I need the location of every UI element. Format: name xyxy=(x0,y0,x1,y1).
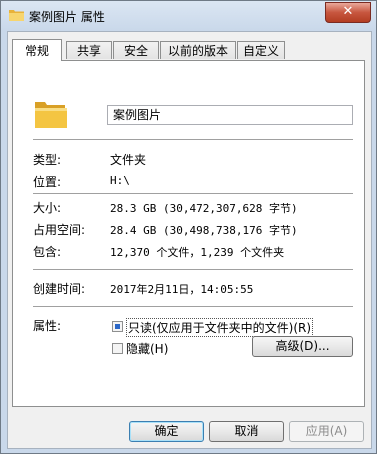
created-label: 创建时间: xyxy=(33,282,86,296)
title-bar[interactable]: 案例图片 属性 ✕ xyxy=(1,1,376,31)
folder-name-input[interactable]: 案例图片 xyxy=(107,105,353,125)
tab-previous-versions[interactable]: 以前的版本 xyxy=(160,41,236,59)
type-label: 类型: xyxy=(33,153,62,167)
size-on-disk-value: 28.4 GB (30,498,738,176 字节) xyxy=(110,224,298,237)
advanced-button[interactable]: 高级(D)... xyxy=(252,336,353,357)
divider xyxy=(33,193,353,195)
tab-security[interactable]: 安全 xyxy=(113,41,159,59)
readonly-checkbox[interactable] xyxy=(112,321,123,332)
readonly-label[interactable]: 只读(仅应用于文件夹中的文件)(R) xyxy=(126,318,314,337)
tab-sharing[interactable]: 共享 xyxy=(66,41,112,59)
ok-button[interactable]: 确定 xyxy=(129,421,204,442)
tab-general[interactable]: 常规 xyxy=(12,39,62,61)
hidden-label[interactable]: 隐藏(H) xyxy=(126,340,168,357)
large-folder-icon xyxy=(34,99,68,132)
size-value: 28.3 GB (30,472,307,628 字节) xyxy=(110,202,298,215)
close-button[interactable]: ✕ xyxy=(325,2,371,23)
dialog-body: 常规 共享 安全 以前的版本 自定义 案例图片 类型: 文件夹 位置: H:\ … xyxy=(7,31,372,449)
divider xyxy=(33,306,353,308)
cancel-button[interactable]: 取消 xyxy=(209,421,284,442)
general-tab-page: 案例图片 类型: 文件夹 位置: H:\ 大小: 28.3 GB (30,472… xyxy=(12,60,365,407)
location-value: H:\ xyxy=(110,174,130,187)
apply-button[interactable]: 应用(A) xyxy=(289,421,364,442)
type-value: 文件夹 xyxy=(110,153,147,167)
divider xyxy=(33,269,353,271)
folder-icon xyxy=(9,8,24,21)
hidden-checkbox[interactable] xyxy=(112,343,123,354)
window-title: 案例图片 属性 xyxy=(29,10,105,24)
contains-value: 12,370 个文件，1,239 个文件夹 xyxy=(110,246,285,259)
size-label: 大小: xyxy=(33,201,62,215)
size-on-disk-label: 占用空间: xyxy=(33,223,86,237)
location-label: 位置: xyxy=(33,175,62,189)
created-value: 2017年2月11日，14:05:55 xyxy=(110,283,254,296)
divider xyxy=(33,139,353,141)
attributes-label: 属性: xyxy=(33,319,62,333)
contains-label: 包含: xyxy=(33,245,62,259)
close-icon: ✕ xyxy=(342,4,354,19)
tab-customize[interactable]: 自定义 xyxy=(237,41,285,59)
properties-window: 案例图片 属性 ✕ 常规 共享 安全 以前的版本 自定义 案例图片 类型: 文件… xyxy=(0,0,377,454)
